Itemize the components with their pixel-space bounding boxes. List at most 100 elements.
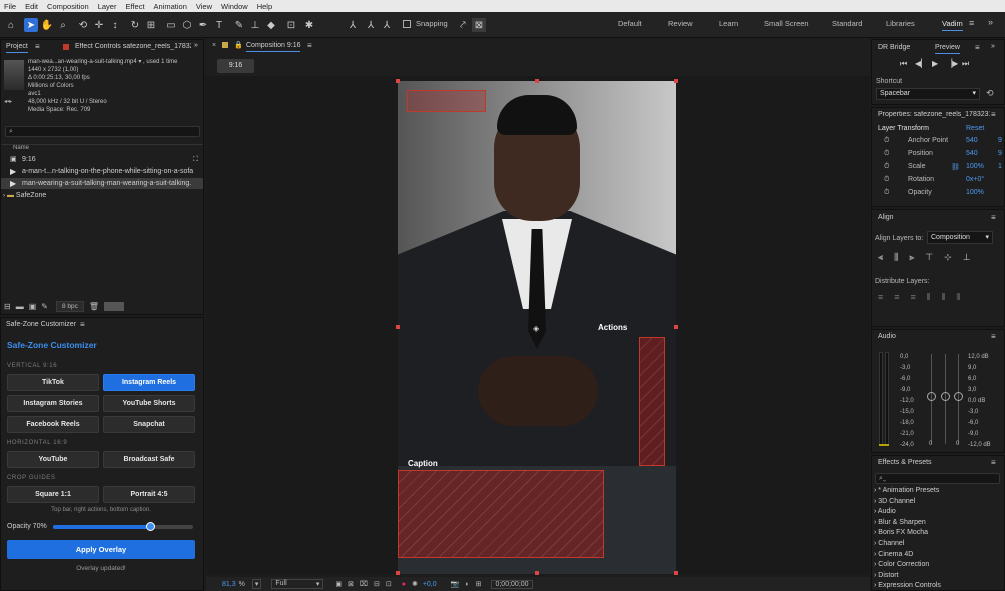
tab-preview[interactable]: Preview [935,44,960,54]
distribute-right-icon[interactable]: ⫴ [956,292,960,303]
tab-composition[interactable]: Composition 9:16 [246,42,301,52]
align-vertical-center-icon[interactable]: ⊹ [944,252,952,263]
top-bar-safezone[interactable] [407,90,486,112]
prop-position-y[interactable]: 9 [998,150,1002,157]
audio-fader-handle[interactable] [927,392,936,401]
reset-shortcut-icon[interactable]: ⟲ [986,88,994,99]
close-tab-icon[interactable]: × [212,42,216,49]
effects-category[interactable]: › Channel [874,540,904,547]
preview-menu-icon[interactable]: ≡ [975,43,980,52]
align-menu-icon[interactable]: ≡ [991,213,996,222]
handle-mid-right[interactable] [674,325,678,329]
pan-behind-tool-icon[interactable]: ⊞ [144,18,158,32]
chevron-right-icon[interactable]: › [3,193,5,199]
preview-overflow-icon[interactable]: » [991,43,995,50]
prop-position-x[interactable]: 540 [966,150,978,157]
audio-fader-handle[interactable] [954,392,963,401]
workspace-review[interactable]: Review [668,19,693,28]
bit-depth-button[interactable]: 8 bpc [55,300,84,312]
effects-category[interactable]: › Blur & Sharpen [874,519,926,526]
footage-name[interactable]: man-wea...an-wearing-a-suit-talking.mp4 … [28,58,177,66]
align-bottom-icon[interactable]: ⊥ [963,252,971,263]
anchor-point-icon[interactable]: ◈ [533,324,539,333]
stopwatch-icon[interactable]: ⏱ [884,163,889,171]
list-item[interactable]: ▶ a-man-t...n-talking-on-the-phone-while… [1,166,203,177]
play-icon[interactable]: ▶ [932,59,938,68]
stopwatch-icon[interactable]: ⏱ [884,137,889,145]
prop-scale-x[interactable]: 100% [966,163,984,170]
new-composition-icon[interactable]: ▣ [29,302,37,311]
menu-view[interactable]: View [196,2,212,11]
effects-category[interactable]: › * Animation Presets [874,487,939,494]
reset-link[interactable]: Reset [966,125,984,132]
handle-top-right[interactable] [674,79,678,83]
flowchart-icon[interactable]: ⛶ [193,154,198,165]
list-item[interactable]: › ▬ SafeZone [1,190,203,201]
snapchat-button[interactable]: Snapchat [103,416,195,433]
distribute-top-icon[interactable]: ≡ [878,292,883,303]
effects-category[interactable]: › Distort [874,572,899,579]
square-button[interactable]: Square 1:1 [7,486,99,503]
prop-rotation-value[interactable]: 0x+0° [966,176,984,183]
project-search-input[interactable]: ⌕ [5,126,200,137]
type-tool-icon[interactable]: T [212,18,226,32]
safezone-menu-icon[interactable]: ≡ [80,320,85,329]
effects-menu-icon[interactable]: ≡ [991,458,996,467]
menu-help[interactable]: Help [257,2,272,11]
next-frame-icon[interactable]: ▕▶ [946,59,958,68]
workspace-vadim[interactable]: Vadim [942,19,963,31]
selection-tool-icon[interactable]: ➤ [24,18,38,32]
handle-bottom-right[interactable] [674,571,678,575]
show-snapshot-icon[interactable]: ◐ [465,581,469,588]
tab-project[interactable]: Project [6,43,28,53]
portrait-button[interactable]: Portrait 4:5 [103,486,195,503]
align-top-icon[interactable]: ⊤ [925,252,933,263]
mask-visibility-icon[interactable]: ⌧ [360,580,368,588]
roto-brush-tool-icon[interactable]: ⊡ [284,18,298,32]
facebook-reels-button[interactable]: Facebook Reels [7,416,99,433]
effects-category[interactable]: › Color Correction [874,561,929,568]
composition-menu-icon[interactable]: ≡ [307,41,312,50]
workspace-overflow-icon[interactable]: » [988,17,993,27]
exposure-value[interactable]: +0,0 [423,581,437,588]
handle-top-left[interactable] [396,79,400,83]
workspace-small-screen[interactable]: Small Screen [764,19,809,28]
workspace-standard[interactable]: Standard [832,19,862,28]
apply-overlay-button[interactable]: Apply Overlay [7,540,195,559]
caption-safezone[interactable] [398,470,604,558]
rotate-tool-icon[interactable]: ↻ [128,18,142,32]
distribute-vcenter-icon[interactable]: ≡ [894,292,899,303]
snap-grid-icon[interactable]: ⊠ [472,18,486,32]
distribute-bottom-icon[interactable]: ≡ [911,292,916,303]
pen-icon[interactable]: ✎ [41,302,48,311]
puppet-tool-icon[interactable]: ✱ [302,18,316,32]
previous-frame-icon[interactable]: ◀▏ [915,59,927,68]
snapping-toggle[interactable]: Snapping [403,19,448,28]
exposure-icon[interactable]: ✺ [412,580,418,588]
effects-category[interactable]: › Cinema 4D [874,551,913,558]
instagram-stories-button[interactable]: Instagram Stories [7,395,99,412]
distribute-left-icon[interactable]: ⫴ [927,292,931,303]
opacity-slider-handle[interactable] [146,522,155,531]
menu-window[interactable]: Window [221,2,248,11]
project-swatch[interactable] [104,301,125,311]
first-frame-icon[interactable]: ⏮ [900,59,907,69]
effects-search-input[interactable]: ⌕⌄ [875,473,1000,484]
menu-effect[interactable]: Effect [125,2,144,11]
zoom-tool-icon[interactable]: ⌕ [56,18,70,32]
lock-icon[interactable]: 🔒 [234,41,243,49]
new-folder-icon[interactable]: ▬ [16,302,24,311]
shape-3d-tool-icon[interactable]: ⬡ [180,18,194,32]
snap-options-icon[interactable]: ⤤ [456,18,470,32]
align-horizontal-center-icon[interactable]: ⫼ [894,252,898,263]
rectangle-tool-icon[interactable]: ▭ [164,18,178,32]
resolution-select[interactable]: Full ▾ [271,579,324,589]
handle-top-center[interactable] [535,79,539,83]
home-icon[interactable]: ⌂ [4,18,18,32]
hand-tool-icon[interactable]: ✋ [40,18,54,32]
actions-safezone[interactable] [639,337,665,466]
3d-view-icon[interactable]: ⊡ [386,580,392,588]
trash-icon[interactable]: 🗑 [89,302,99,311]
distribute-hcenter-icon[interactable]: ⫴ [942,292,946,303]
align-left-icon[interactable]: ⫷ [878,252,883,263]
